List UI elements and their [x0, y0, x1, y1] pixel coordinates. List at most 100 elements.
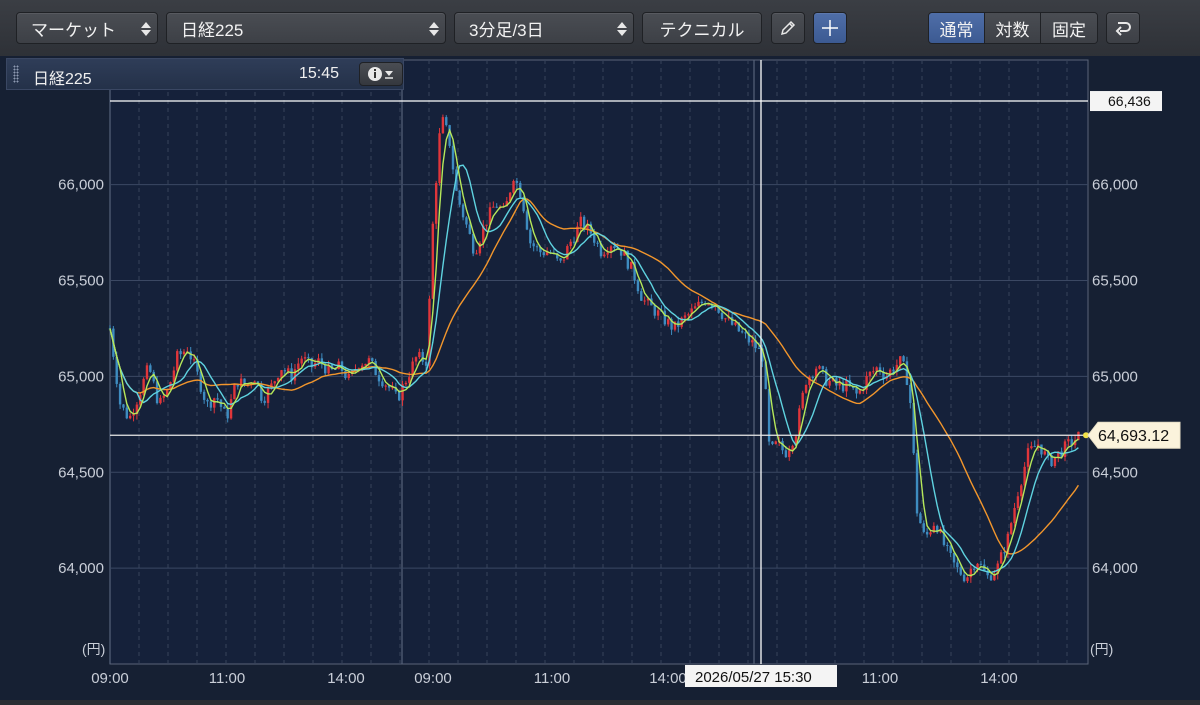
candle-body — [162, 395, 166, 398]
candle-body — [1026, 448, 1030, 467]
candle-body — [475, 253, 478, 255]
candle-body — [209, 401, 213, 408]
candle-body — [572, 241, 576, 243]
candle-body — [663, 310, 667, 325]
symbol-info-bar[interactable]: 日経225 15:45 — [6, 58, 404, 90]
candle-body — [751, 340, 754, 343]
candle-body — [929, 532, 932, 535]
candle-body — [223, 406, 226, 409]
candle-body — [431, 223, 435, 299]
candle-body — [707, 304, 710, 306]
candle-body — [956, 562, 959, 568]
info-time: 15:45 — [299, 65, 340, 82]
candle-body — [630, 261, 633, 269]
candle-body — [542, 252, 545, 256]
candle-body — [192, 359, 196, 361]
candle-body — [445, 117, 448, 126]
pencil-button[interactable] — [771, 12, 805, 44]
candle-body — [371, 358, 374, 362]
candle-body — [293, 369, 297, 381]
candle-body — [441, 117, 445, 134]
candle-body — [300, 358, 303, 364]
y-tick-label: 65,500 — [1092, 273, 1138, 290]
x-tick-label: 14:00 — [649, 670, 687, 687]
candle-body — [905, 361, 909, 385]
x-tick-label: 14:00 — [980, 670, 1018, 687]
candle-body — [414, 357, 418, 362]
candle-body — [1067, 439, 1070, 442]
scale-mode-fixed[interactable]: 固定 — [1041, 13, 1097, 43]
candle-body — [801, 392, 804, 409]
chart-area[interactable]: 66,000 65,500 65,000 64,500 64,000 66,000 65,… — [0, 56, 1200, 700]
crosshair-icon — [822, 20, 838, 36]
y-tick-label: 66,000 — [58, 177, 104, 194]
candle-body — [1040, 444, 1043, 455]
x-tick-label: 11:00 — [209, 670, 245, 687]
candle-body — [899, 356, 902, 365]
candle-body — [182, 351, 186, 355]
info-menu-button[interactable] — [359, 62, 403, 86]
candle-body — [324, 364, 327, 374]
scale-mode-normal[interactable]: 通常 — [929, 13, 985, 43]
candle-body — [458, 190, 461, 205]
candle-body — [757, 348, 761, 350]
candle-body — [740, 331, 744, 333]
candle-body — [1053, 457, 1057, 467]
candle-body — [566, 246, 569, 260]
undo-icon — [1115, 22, 1131, 36]
candle-body — [784, 450, 788, 458]
candle-body — [868, 371, 872, 376]
candle-body — [1043, 451, 1047, 455]
candle-body — [636, 280, 640, 292]
technical-button[interactable]: テクニカル — [642, 12, 762, 44]
candle-body — [283, 370, 287, 372]
candle-body — [397, 391, 401, 401]
candle-body — [226, 408, 229, 419]
candle-body — [149, 365, 152, 372]
market-select[interactable]: マーケット — [16, 12, 158, 44]
undo-button[interactable] — [1106, 12, 1140, 44]
drag-handle-icon[interactable] — [13, 65, 19, 83]
candle-body — [384, 385, 387, 387]
candle-body — [962, 574, 966, 582]
candle-body — [562, 259, 566, 261]
y-tick-label: 64,500 — [1092, 464, 1138, 481]
candle-body — [512, 180, 515, 193]
technical-button-label: テクニカル — [659, 20, 745, 40]
candle-body — [189, 351, 192, 360]
candle-body — [535, 246, 539, 248]
toolbar: マーケット 日経225 3分足/3日 テクニカル 通常 対数 固定 — [0, 0, 1200, 57]
candle-body — [845, 380, 848, 392]
candle-body — [693, 306, 697, 309]
candle-body — [603, 254, 606, 257]
candle-body — [347, 373, 350, 379]
candle-body — [465, 217, 468, 225]
updown-arrows-icon — [611, 13, 633, 43]
candle-body — [438, 133, 441, 184]
price-chart[interactable]: 66,000 65,500 65,000 64,500 64,000 66,000 65,… — [0, 56, 1200, 700]
candle-body — [529, 229, 532, 244]
candle-body — [774, 441, 778, 444]
scale-mode-log[interactable]: 対数 — [985, 13, 1041, 43]
y-tick-label: 64,000 — [58, 560, 104, 577]
candle-body — [767, 389, 771, 442]
candle-body — [697, 301, 700, 307]
candle-body — [915, 453, 919, 514]
candle-body — [202, 391, 206, 400]
candle-body — [1020, 485, 1023, 497]
interval-select[interactable]: 3分足/3日 — [454, 12, 634, 44]
candle-body — [952, 552, 956, 563]
candle-body — [122, 404, 125, 408]
candle-body — [1013, 508, 1016, 524]
candle-body — [828, 380, 831, 386]
candle-body — [461, 204, 465, 218]
candle-body — [448, 125, 451, 146]
candle-body — [263, 400, 266, 403]
symbol-select[interactable]: 日経225 — [166, 12, 446, 44]
crosshair-button[interactable] — [813, 12, 847, 44]
candle-body — [744, 332, 747, 334]
crosshair-x-label: 2026/05/27 15:30 — [685, 665, 837, 687]
candle-body — [734, 322, 737, 325]
crosshair-y-label: 66,436 — [1090, 91, 1162, 112]
candle-body — [515, 180, 519, 183]
